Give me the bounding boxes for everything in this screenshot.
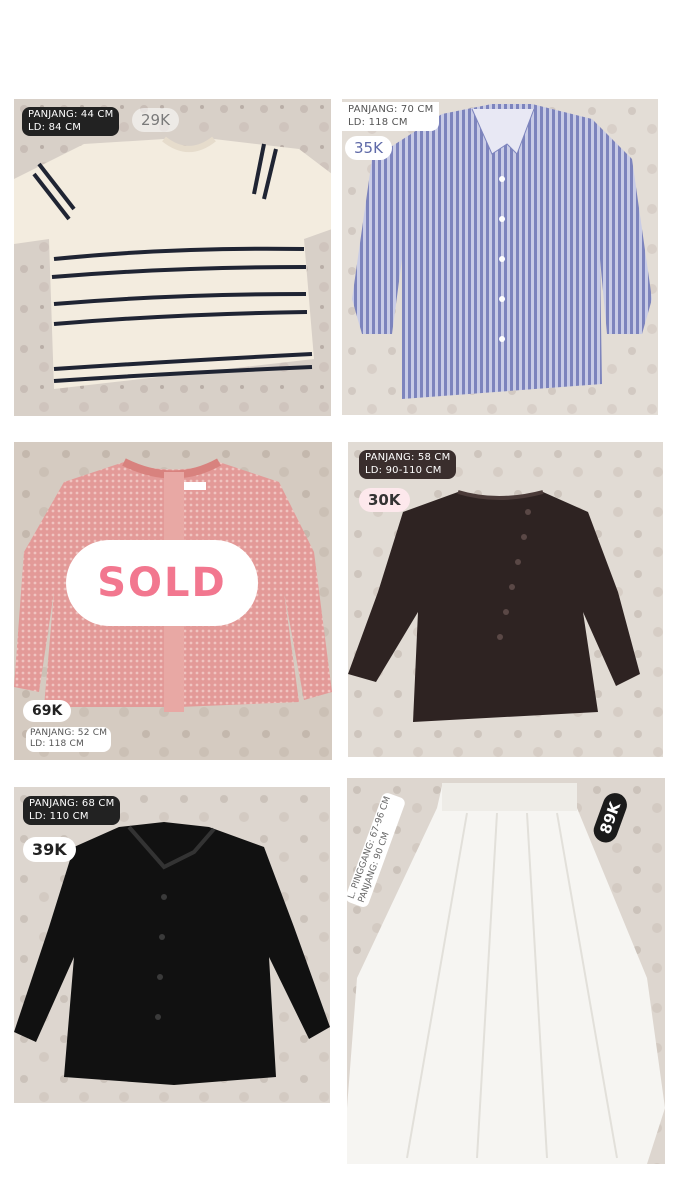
size-tag: PANJANG: 68 CM LD: 110 CM: [23, 796, 121, 825]
size-tag: PANJANG: 52 CM LD: 118 CM: [26, 727, 112, 752]
product-photo-black-blouse: PANJANG: 68 CM LD: 110 CM 39K: [14, 787, 330, 1103]
product-photo-brown-top: PANJANG: 58 CM LD: 90-110 CM 30K: [348, 442, 663, 757]
price-badge: 35K: [345, 136, 392, 160]
product-photo-white-skirt: L. PINGGANG: 67-96 CM PANJANG: 90 CM 89K: [347, 778, 665, 1164]
size-tag: PANJANG: 58 CM LD: 90-110 CM: [359, 450, 457, 479]
length-label: PANJANG: 52 CM: [30, 728, 108, 738]
size-tag: PANJANG: 44 CM LD: 84 CM: [22, 107, 120, 136]
price-badge: 39K: [23, 837, 76, 862]
black-blouse-illustration: [14, 787, 330, 1103]
chest-label: LD: 110 CM: [29, 810, 89, 822]
product-photo-striped-tee: PANJANG: 44 CM LD: 84 CM 29K: [14, 99, 331, 416]
chest-label: LD: 84 CM: [28, 121, 82, 133]
price-badge: 29K: [132, 108, 179, 132]
size-tag: PANJANG: 70 CM LD: 118 CM: [342, 102, 440, 131]
white-skirt-illustration: [347, 778, 665, 1164]
length-label: PANJANG: 70 CM: [348, 104, 434, 115]
sold-badge: SOLD: [66, 540, 258, 626]
length-label: PANJANG: 68 CM: [29, 798, 115, 809]
price-badge: 69K: [23, 700, 72, 722]
striped-tee-illustration: [14, 99, 331, 416]
chest-label: LD: 118 CM: [30, 739, 84, 750]
price-badge: 30K: [359, 488, 410, 512]
chest-label: LD: 118 CM: [348, 116, 408, 128]
product-photo-pink-cardigan: SOLD 69K PANJANG: 52 CM LD: 118 CM: [14, 442, 332, 760]
length-label: PANJANG: 44 CM: [28, 109, 114, 120]
chest-label: LD: 90-110 CM: [365, 464, 442, 476]
product-photo-blue-striped-shirt: PANJANG: 70 CM LD: 118 CM 35K: [342, 99, 658, 415]
length-label: PANJANG: 58 CM: [365, 452, 451, 463]
